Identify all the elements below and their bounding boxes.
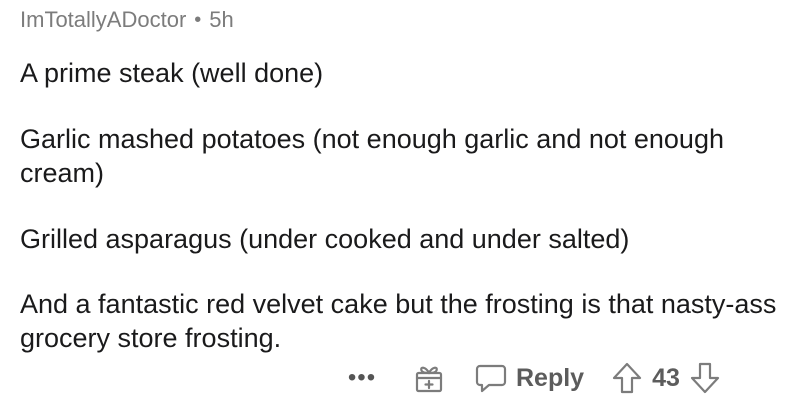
reply-label: Reply [516,363,585,392]
comment-paragraph: And a fantastic red velvet cake but the … [20,289,777,353]
author-username[interactable]: ImTotallyADoctor [20,4,186,36]
more-icon: ••• [347,364,377,391]
comment-paragraph: Grilled asparagus (under cooked and unde… [20,224,630,254]
comment: ImTotallyADoctor • 5h A prime steak (wel… [20,4,790,353]
meta-separator: • [194,9,202,31]
more-options-button[interactable]: ••• [340,364,384,392]
downvote-icon [690,361,720,395]
gift-icon [414,362,444,394]
reply-icon [474,362,508,394]
upvote-button[interactable] [612,361,642,395]
downvote-button[interactable] [690,361,720,395]
upvote-icon [612,361,642,395]
give-award-button[interactable] [414,362,444,394]
vote-score: 43 [652,363,680,392]
comment-actions: ••• Reply 43 [340,356,720,400]
comment-paragraph: A prime steak (well done) [20,58,324,88]
reply-button[interactable]: Reply [474,362,584,394]
comment-age: 5h [209,7,234,32]
comment-meta: ImTotallyADoctor • 5h [20,4,790,36]
comment-paragraph: Garlic mashed potatoes (not enough garli… [20,124,724,188]
